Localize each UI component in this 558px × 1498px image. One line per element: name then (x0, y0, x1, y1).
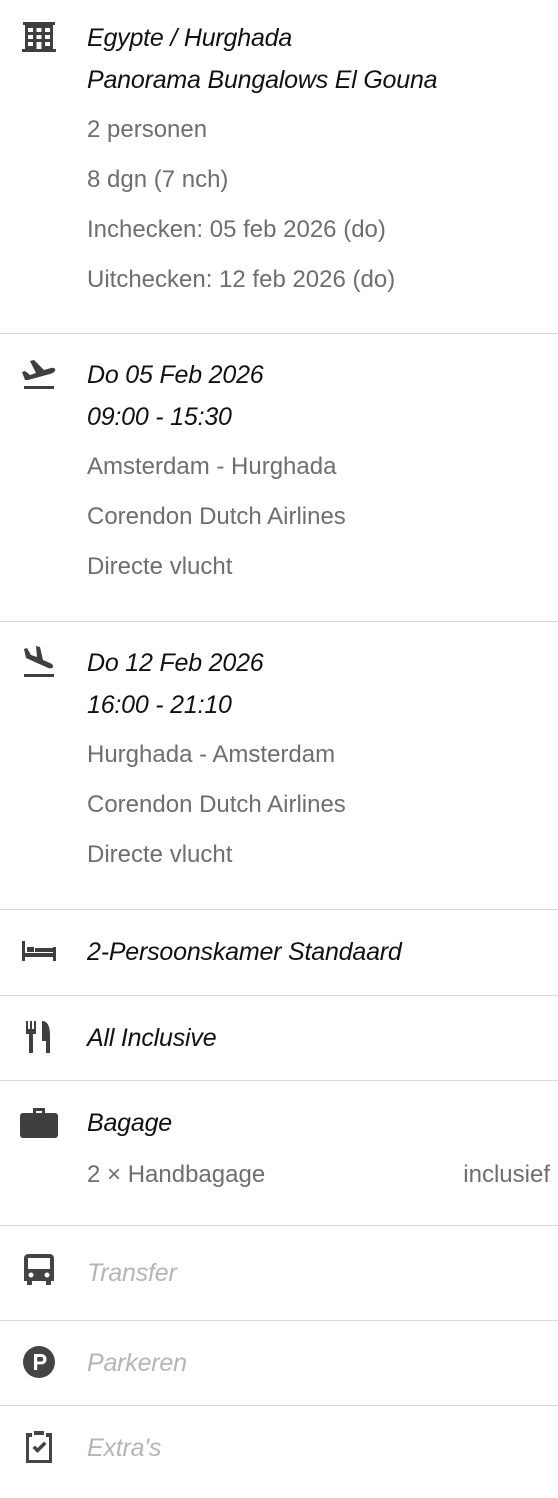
room-section: 2-Persoonskamer Standaard (0, 910, 558, 996)
parking-section[interactable]: Parkeren (0, 1321, 558, 1406)
outbound-airline: Corendon Dutch Airlines (87, 503, 346, 530)
hotel-location: Egypte / Hurghada (87, 24, 293, 52)
building-icon (20, 22, 58, 60)
cutlery-icon (20, 1021, 58, 1059)
inbound-type: Directe vlucht (87, 841, 233, 868)
bed-icon (20, 941, 58, 979)
plane-departure-icon (20, 358, 58, 396)
inbound-route: Hurghada - Amsterdam (87, 741, 336, 768)
board-section: All Inclusive (0, 996, 558, 1081)
extras-label: Extra's (87, 1434, 162, 1462)
board-label: All Inclusive (87, 1024, 217, 1052)
hotel-name: Panorama Bungalows El Gouna (87, 66, 438, 94)
outbound-type: Directe vlucht (87, 553, 233, 580)
clipboard-check-icon (20, 1429, 58, 1467)
outbound-time: 09:00 - 15:30 (87, 403, 232, 431)
hotel-section: Egypte / Hurghada Panorama Bungalows El … (0, 0, 558, 334)
booking-summary: Egypte / Hurghada Panorama Bungalows El … (0, 0, 558, 1497)
transfer-label: Transfer (87, 1259, 177, 1287)
parking-icon (20, 1346, 58, 1384)
inbound-airline: Corendon Dutch Airlines (87, 791, 346, 818)
hotel-checkout: Uitchecken: 12 feb 2026 (do) (87, 266, 396, 293)
inbound-time: 16:00 - 21:10 (87, 691, 232, 719)
suitcase-icon (20, 1108, 58, 1146)
hotel-checkin: Inchecken: 05 feb 2026 (do) (87, 216, 386, 243)
transfer-section[interactable]: Transfer (0, 1226, 558, 1321)
parking-label: Parkeren (87, 1349, 187, 1377)
inbound-flight-section: Do 12 Feb 2026 16:00 - 21:10 Hurghada - … (0, 622, 558, 910)
plane-arrival-icon (20, 646, 58, 684)
room-label: 2-Persoonskamer Standaard (87, 938, 402, 966)
bus-icon (20, 1254, 58, 1292)
baggage-label: Bagage (87, 1109, 172, 1137)
outbound-route: Amsterdam - Hurghada (87, 453, 337, 480)
hotel-persons: 2 personen (87, 116, 208, 143)
hotel-duration: 8 dgn (7 nch) (87, 166, 229, 193)
outbound-date: Do 05 Feb 2026 (87, 361, 264, 389)
baggage-item: 2 × Handbagage inclusief (87, 1150, 550, 1200)
inbound-date: Do 12 Feb 2026 (87, 649, 264, 677)
baggage-item-status: inclusief (463, 1161, 550, 1188)
baggage-item-name: 2 × Handbagage (87, 1161, 266, 1188)
extras-section[interactable]: Extra's (0, 1406, 558, 1497)
outbound-flight-section: Do 05 Feb 2026 09:00 - 15:30 Amsterdam -… (0, 334, 558, 622)
baggage-section: Bagage 2 × Handbagage inclusief (0, 1081, 558, 1226)
